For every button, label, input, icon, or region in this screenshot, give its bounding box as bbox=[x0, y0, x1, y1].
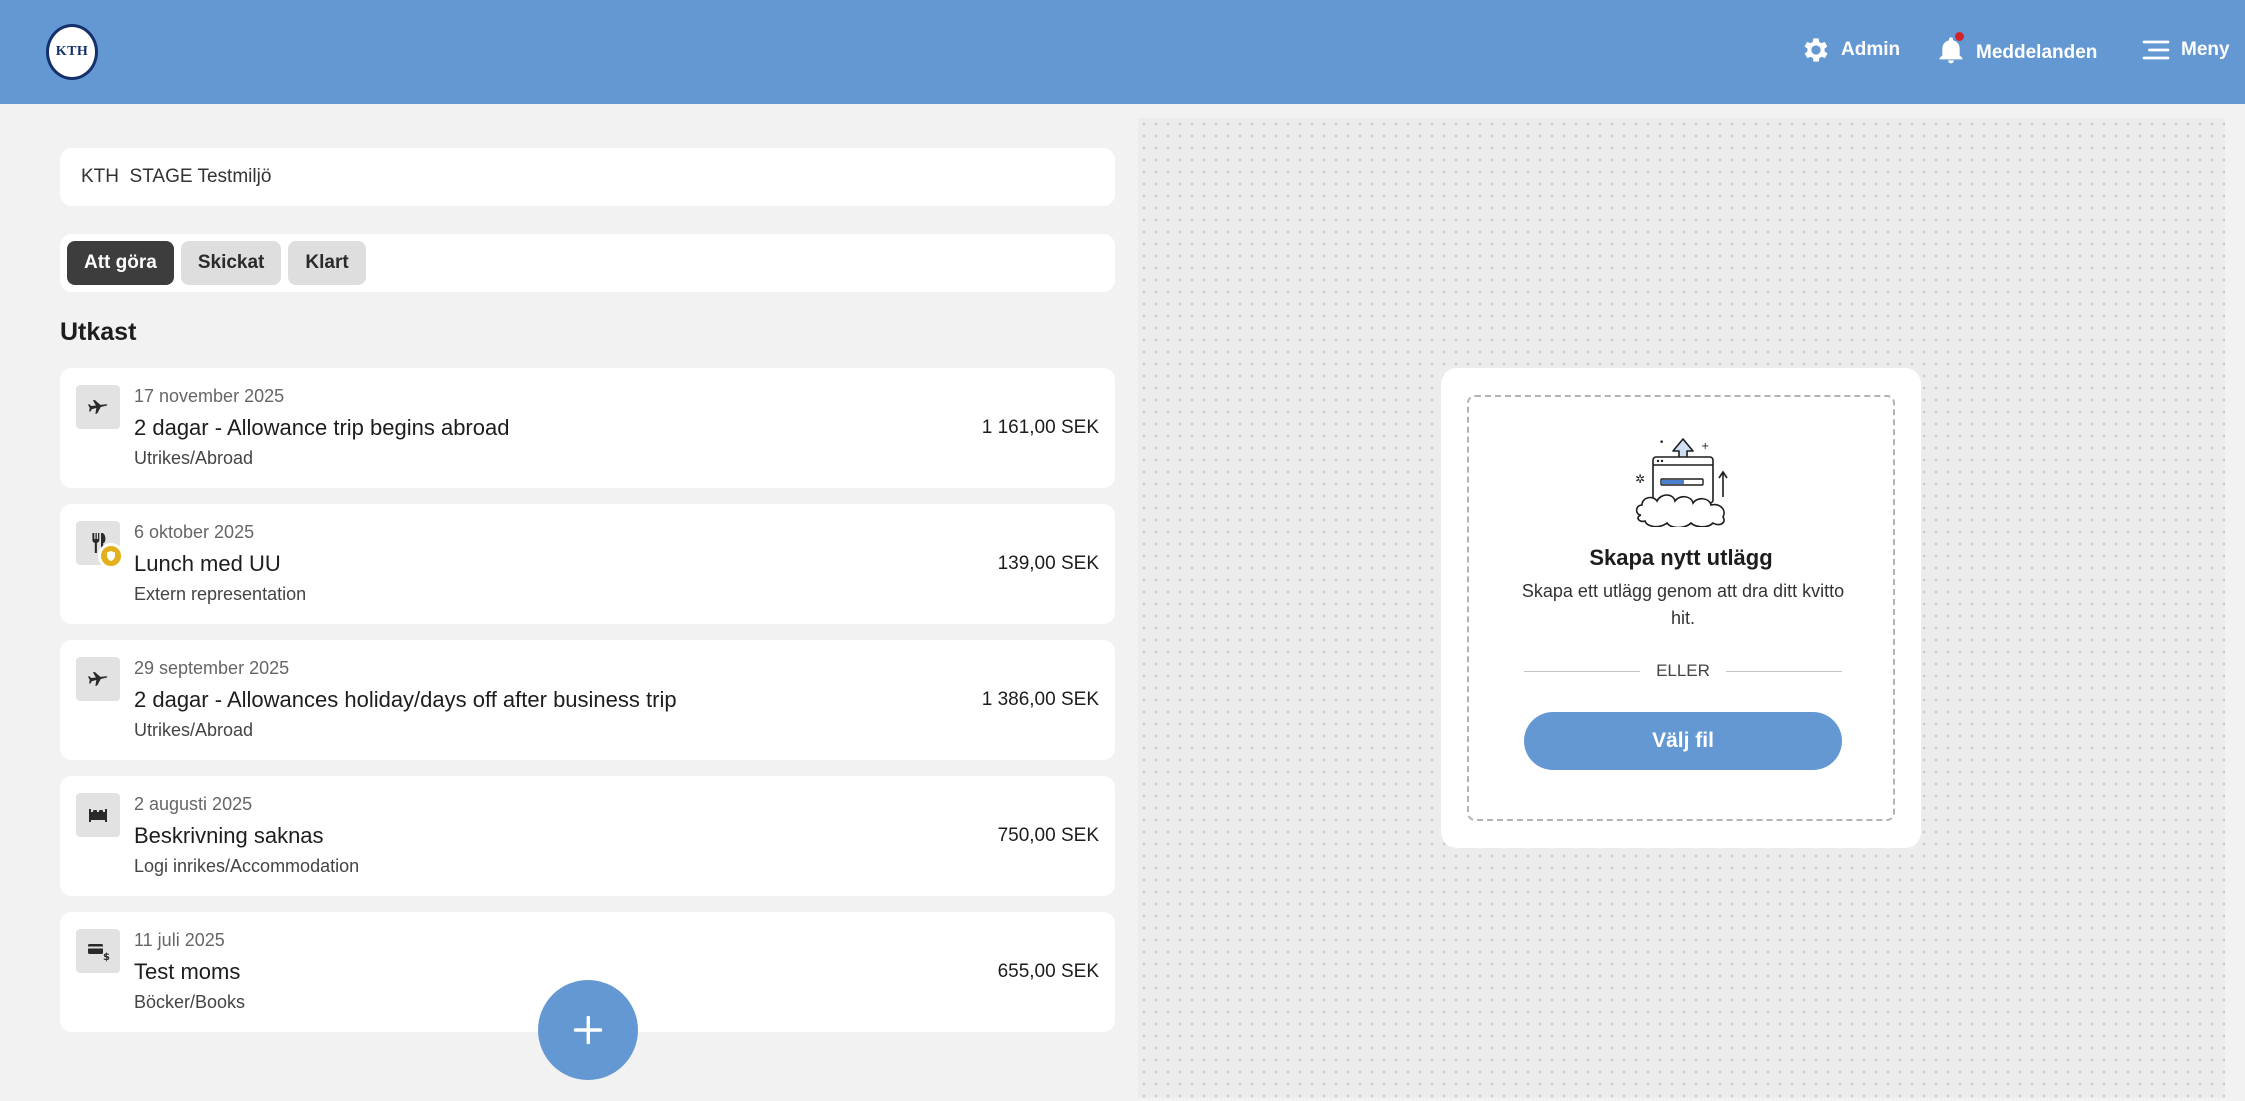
category-tile bbox=[76, 657, 120, 701]
or-divider: ELLER bbox=[1524, 661, 1842, 681]
choose-file-button[interactable]: Välj fil bbox=[1524, 712, 1842, 770]
expense-category: Böcker/Books bbox=[134, 992, 246, 1012]
admin-label: Admin bbox=[1841, 39, 1901, 60]
expense-item[interactable]: 29 september 2025 2 dagar - Allowances h… bbox=[60, 640, 1115, 760]
airplane-icon bbox=[87, 671, 108, 686]
svg-text:+: + bbox=[1701, 441, 1709, 452]
expense-item[interactable]: 6 oktober 2025 Lunch med UU Extern repre… bbox=[60, 504, 1115, 624]
kth-logo[interactable]: KTH bbox=[46, 24, 98, 80]
expense-amount: 750,00 SEK bbox=[997, 825, 1099, 846]
shield-badge-icon bbox=[98, 543, 124, 569]
expense-amount: 139,00 SEK bbox=[997, 553, 1099, 574]
expense-title: 2 dagar - Allowances holiday/days off af… bbox=[134, 687, 677, 712]
divider-line bbox=[1524, 670, 1641, 672]
upload-title: Skapa nytt utlägg bbox=[1589, 545, 1773, 570]
menu-label: Meny bbox=[2181, 39, 2230, 60]
category-tile bbox=[76, 385, 120, 429]
bell-icon-wrapper bbox=[1935, 32, 1976, 72]
expense-date: 11 juli 2025 bbox=[134, 930, 225, 950]
category-tile: $ bbox=[76, 929, 120, 973]
menu-button[interactable]: Meny bbox=[2140, 34, 2230, 66]
or-label: ELLER bbox=[1656, 661, 1710, 680]
bed-icon bbox=[89, 809, 107, 822]
expense-date: 29 september 2025 bbox=[134, 658, 290, 678]
environment-banner: KTH STAGE Testmiljö bbox=[60, 148, 1115, 206]
logo-text: KTH bbox=[55, 44, 89, 59]
category-tile bbox=[76, 793, 120, 837]
status-tabs: Att göra Skickat Klart bbox=[60, 234, 1115, 292]
svg-text:✲: ✲ bbox=[1635, 472, 1645, 486]
upload-cloud-illustration: • + ✲ bbox=[1635, 438, 1728, 527]
expense-date: 6 oktober 2025 bbox=[134, 522, 255, 542]
expense-amount: 1 161,00 SEK bbox=[981, 417, 1099, 438]
expense-item[interactable]: 17 november 2025 2 dagar - Allowance tri… bbox=[60, 368, 1115, 488]
upload-description: Skapa ett utlägg genom att dra ditt kvit… bbox=[1521, 581, 1845, 628]
expense-category: Logi inrikes/Accommodation bbox=[134, 856, 360, 876]
notifications-label: Meddelanden bbox=[1976, 42, 2098, 63]
card-dollar-icon: $ bbox=[88, 944, 110, 963]
notifications-button[interactable]: Meddelanden bbox=[1935, 32, 2098, 72]
expense-amount: 655,00 SEK bbox=[997, 961, 1099, 982]
admin-button[interactable]: Admin bbox=[1800, 34, 1900, 66]
expense-item[interactable]: 2 augusti 2025 Beskrivning saknas Logi i… bbox=[60, 776, 1115, 896]
expense-title: Beskrivning saknas bbox=[134, 823, 324, 848]
airplane-icon bbox=[87, 399, 108, 414]
expense-date: 2 augusti 2025 bbox=[134, 794, 253, 814]
add-expense-button[interactable] bbox=[538, 980, 638, 1080]
expense-title: Lunch med UU bbox=[134, 551, 281, 576]
expense-category: Utrikes/Abroad bbox=[134, 448, 254, 468]
tab-att-gora[interactable]: Att göra bbox=[67, 241, 174, 285]
gear-icon bbox=[1804, 38, 1828, 62]
section-title: Utkast bbox=[60, 318, 137, 346]
svg-text:$: $ bbox=[103, 952, 110, 963]
divider-line bbox=[1725, 670, 1842, 672]
svg-text:•: • bbox=[1659, 438, 1664, 448]
expense-title: 2 dagar - Allowance trip begins abroad bbox=[134, 415, 510, 440]
expense-category: Utrikes/Abroad bbox=[134, 720, 254, 740]
expense-date: 17 november 2025 bbox=[134, 386, 285, 406]
tab-skickat[interactable]: Skickat bbox=[180, 241, 282, 285]
expense-category: Extern representation bbox=[134, 584, 307, 604]
top-bar: KTH Admin Meddelanden Meny bbox=[0, 0, 2245, 104]
hamburger-menu-icon bbox=[2142, 40, 2170, 60]
notification-dot bbox=[1955, 32, 1964, 41]
expense-amount: 1 386,00 SEK bbox=[981, 689, 1099, 710]
plus-icon bbox=[573, 1015, 603, 1045]
tab-klart[interactable]: Klart bbox=[288, 241, 366, 285]
upload-dashed-area[interactable]: • + ✲ Skapa nytt utlägg Skapa ett utlägg… bbox=[1467, 395, 1895, 821]
expense-title: Test moms bbox=[134, 959, 241, 984]
upload-card: • + ✲ Skapa nytt utlägg Skapa ett utlägg… bbox=[1441, 368, 1921, 848]
